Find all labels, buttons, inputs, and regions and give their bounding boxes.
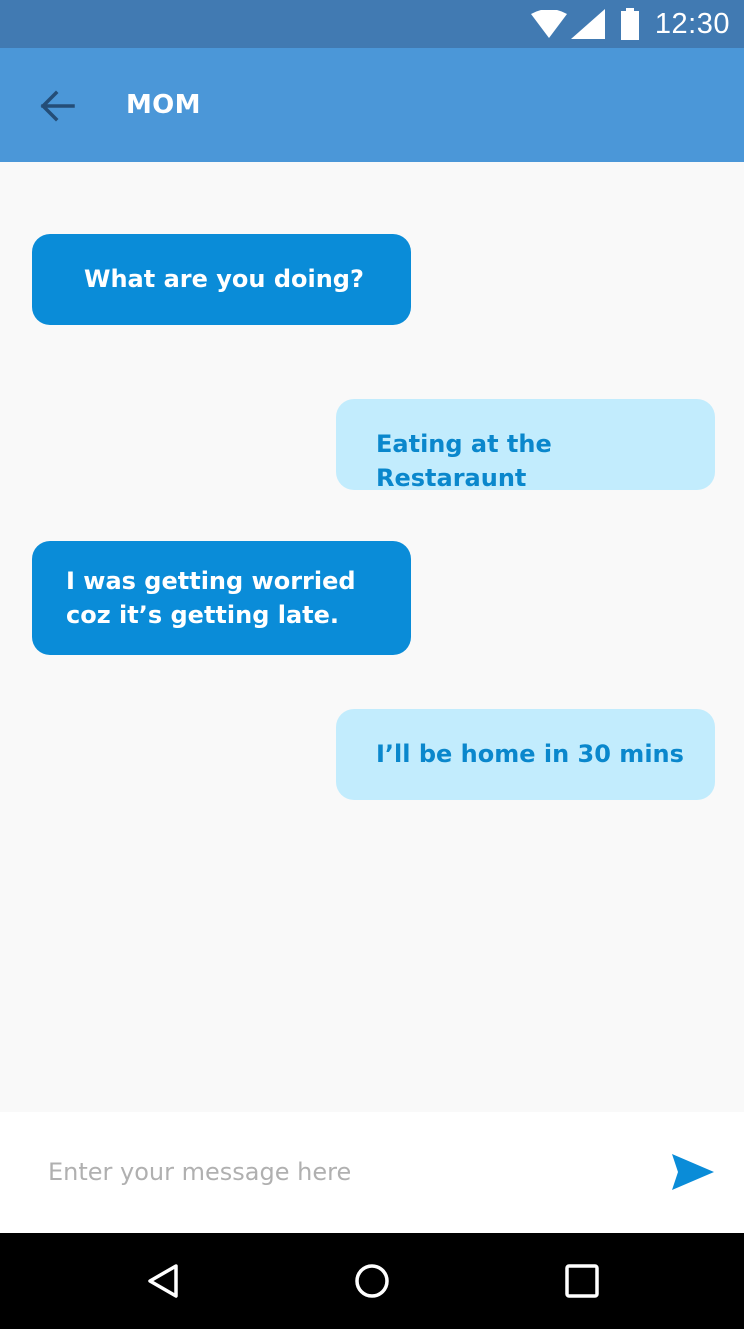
nav-back-icon <box>148 1264 178 1298</box>
arrow-left-icon <box>40 90 75 122</box>
message-list: What are you doing? Eating at the Restar… <box>0 162 744 1112</box>
status-bar: 12:30 <box>0 0 744 48</box>
app-bar: MOM <box>0 48 744 162</box>
nav-home-button[interactable] <box>352 1261 392 1301</box>
status-icons: 12:30 <box>530 0 730 48</box>
conversation-title: MOM <box>126 90 201 120</box>
message-input[interactable] <box>48 1150 628 1194</box>
wifi-icon <box>530 10 567 38</box>
battery-icon <box>620 8 639 40</box>
send-icon <box>672 1154 714 1190</box>
nav-back-button[interactable] <box>143 1261 183 1301</box>
message-bubble-incoming[interactable]: What are you doing? <box>32 234 411 325</box>
message-composer <box>0 1112 744 1233</box>
nav-recents-icon <box>565 1264 599 1298</box>
nav-recents-button[interactable] <box>562 1261 602 1301</box>
signal-icon <box>570 9 605 39</box>
message-bubble-incoming[interactable]: I was getting worried coz it’s getting l… <box>32 541 411 655</box>
nav-home-icon <box>355 1264 389 1298</box>
send-button[interactable] <box>668 1150 718 1194</box>
message-bubble-outgoing[interactable]: Eating at the Restaraunt <box>336 399 715 492</box>
message-bubble-outgoing[interactable]: I’ll be home in 30 mins <box>336 709 715 800</box>
system-nav-bar <box>0 1233 744 1329</box>
back-button[interactable] <box>26 78 88 134</box>
status-time: 12:30 <box>654 7 730 40</box>
